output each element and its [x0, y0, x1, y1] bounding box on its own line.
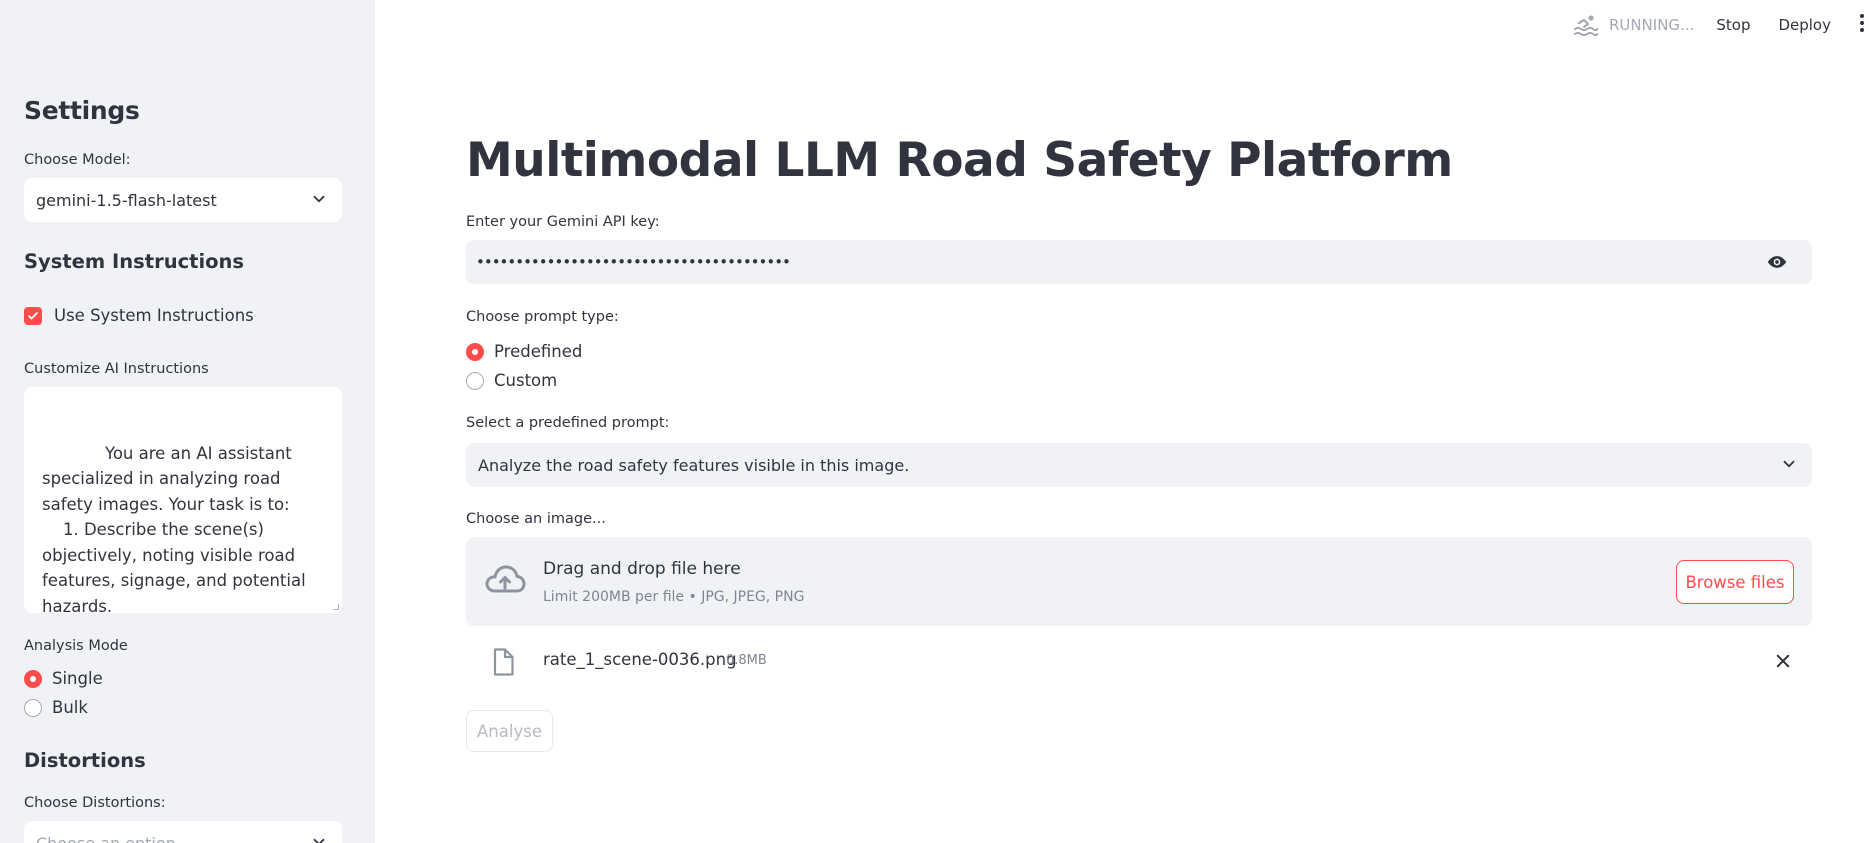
distortions-select[interactable]: Choose an option	[24, 821, 342, 843]
chevron-down-icon	[1783, 460, 1795, 468]
model-select[interactable]: gemini-1.5-flash-latest	[24, 178, 342, 222]
api-key-label: Enter your Gemini API key:	[466, 214, 660, 230]
predefined-prompt-label: Select a predefined prompt:	[466, 415, 670, 431]
radio-unselected[interactable]	[24, 698, 42, 717]
analyse-button[interactable]: Analyse	[466, 710, 553, 752]
dropzone-title: Drag and drop file here	[543, 559, 741, 579]
analysis-mode-single-label: Single	[52, 669, 103, 688]
api-key-input[interactable]: ••••••••••••••••••••••••••••••••••••••••	[466, 240, 1812, 284]
main-menu-button[interactable]	[1859, 13, 1869, 37]
browse-files-button[interactable]: Browse files	[1676, 560, 1794, 604]
cloud-upload-icon	[485, 565, 526, 593]
radio-unselected[interactable]	[466, 371, 484, 390]
deploy-button[interactable]: Deploy	[1778, 16, 1831, 34]
system-instructions-heading: System Instructions	[24, 250, 245, 273]
instructions-text: You are an AI assistant specialized in a…	[42, 443, 306, 614]
distortions-placeholder: Choose an option	[36, 833, 176, 843]
app-header: RUNNING... Stop Deploy	[1573, 14, 1869, 36]
dropzone-limits: Limit 200MB per file • JPG, JPEG, PNG	[543, 589, 805, 605]
prompt-type-custom[interactable]: Custom	[466, 371, 557, 390]
app-root: Settings Choose Model: gemini-1.5-flash-…	[0, 0, 1869, 843]
prompt-type-predefined-label: Predefined	[494, 342, 583, 361]
resize-handle[interactable]	[333, 604, 339, 610]
radio-selected[interactable]	[24, 669, 42, 688]
uploaded-file-item: rate_1_scene-0036.png 0.8MB	[466, 644, 1812, 680]
analysis-mode-single[interactable]: Single	[24, 669, 103, 688]
close-icon[interactable]	[1774, 652, 1792, 670]
image-upload-label: Choose an image...	[466, 511, 606, 527]
prompt-type-custom-label: Custom	[494, 371, 558, 390]
file-dropzone[interactable]: Drag and drop file here Limit 200MB per …	[466, 537, 1812, 626]
kebab-menu-icon	[1860, 14, 1864, 32]
analysis-mode-bulk[interactable]: Bulk	[24, 698, 88, 717]
uploaded-file-name: rate_1_scene-0036.png	[543, 650, 737, 669]
customize-instructions-label: Customize AI Instructions	[24, 361, 209, 377]
predefined-prompt-value: Analyze the road safety features visible…	[478, 455, 910, 475]
model-label: Choose Model:	[24, 152, 131, 168]
file-icon	[493, 648, 514, 676]
predefined-prompt-select[interactable]: Analyze the road safety features visible…	[466, 443, 1812, 487]
instructions-textarea[interactable]: You are an AI assistant specialized in a…	[24, 387, 342, 613]
prompt-type-predefined[interactable]: Predefined	[466, 342, 582, 361]
prompt-type-label: Choose prompt type:	[466, 309, 619, 325]
stop-button[interactable]: Stop	[1716, 16, 1750, 34]
distortions-heading: Distortions	[24, 749, 146, 772]
sidebar: Settings Choose Model: gemini-1.5-flash-…	[0, 0, 375, 843]
uploaded-file-size: 0.8MB	[726, 653, 767, 668]
sidebar-title: Settings	[24, 96, 140, 125]
analysis-mode-label: Analysis Mode	[24, 638, 128, 654]
use-system-instructions-checkbox[interactable]: Use System Instructions	[24, 306, 254, 325]
running-status: RUNNING...	[1573, 14, 1694, 36]
chevron-down-icon	[313, 838, 325, 843]
checkbox-checked[interactable]	[24, 306, 42, 325]
model-select-value: gemini-1.5-flash-latest	[36, 190, 217, 210]
api-key-value: ••••••••••••••••••••••••••••••••••••••••	[476, 253, 791, 271]
distortions-label: Choose Distortions:	[24, 795, 166, 811]
running-status-text: RUNNING...	[1608, 16, 1695, 34]
radio-selected[interactable]	[466, 342, 484, 361]
page-title: Multimodal LLM Road Safety Platform	[466, 133, 1453, 188]
analysis-mode-bulk-label: Bulk	[52, 698, 88, 717]
use-system-instructions-label: Use System Instructions	[54, 306, 254, 325]
check-icon	[28, 311, 38, 319]
chevron-down-icon	[313, 195, 325, 203]
swimmer-icon	[1573, 15, 1598, 36]
eye-icon[interactable]	[1766, 252, 1788, 272]
